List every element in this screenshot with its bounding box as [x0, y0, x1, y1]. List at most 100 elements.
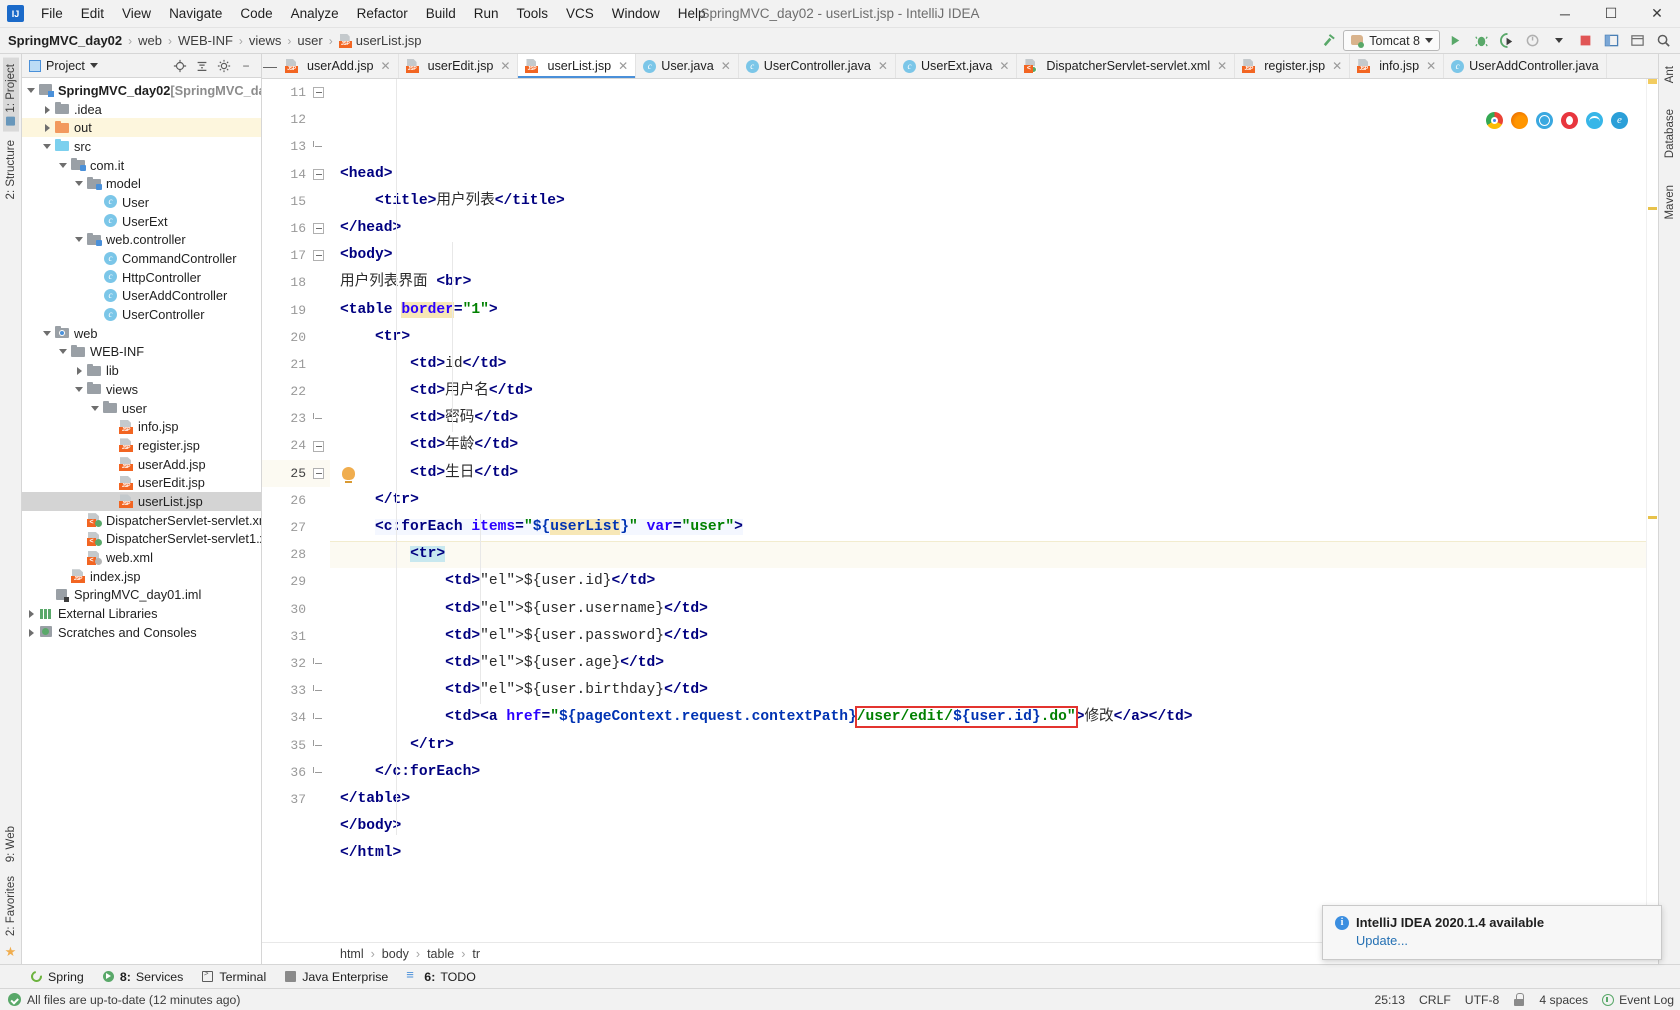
code-fold-toggle[interactable]	[313, 712, 324, 724]
tree-toggle-closed-icon[interactable]	[42, 104, 53, 115]
run-with-coverage-icon[interactable]	[1496, 30, 1518, 52]
ie-icon[interactable]: e	[1611, 112, 1628, 129]
favorites-star-icon[interactable]: ★	[5, 944, 17, 960]
tree-toggle-open-icon[interactable]	[42, 328, 53, 339]
code-line-26[interactable]: <td>"el">${user.id}</td>	[330, 568, 1646, 595]
code-line-35[interactable]: </body>	[330, 813, 1646, 840]
menu-tools[interactable]: Tools	[508, 3, 558, 24]
tab-list-icon[interactable]: —	[262, 54, 278, 78]
line-separator[interactable]: CRLF	[1419, 993, 1451, 1007]
gear-icon[interactable]	[216, 58, 232, 74]
tree-node-commandcontroller[interactable]: CommandController	[22, 249, 261, 268]
menu-help[interactable]: Help	[669, 3, 715, 24]
run-configuration-selector[interactable]: Tomcat 8	[1343, 30, 1440, 51]
toolwindow-todo[interactable]: 6: TODO	[400, 965, 488, 989]
code-line-33[interactable]: </c:forEach>	[330, 759, 1646, 786]
tree-node-com-it[interactable]: com.it	[22, 156, 261, 175]
indent-setting[interactable]: 4 spaces	[1539, 993, 1588, 1007]
profiler-icon[interactable]	[1522, 30, 1544, 52]
tool-tab-ant[interactable]: Ant	[1662, 60, 1678, 89]
opera-icon[interactable]	[1561, 112, 1578, 129]
toolwindow-java-enterprise[interactable]: Java Enterprise	[278, 965, 400, 989]
close-icon[interactable]: ✕	[1426, 59, 1436, 73]
editor-tab-dispatcherservlet-servlet-xml[interactable]: DispatcherServlet-servlet.xml ✕	[1017, 54, 1236, 78]
editor-crumb-table[interactable]: table	[427, 947, 454, 961]
tree-node-model[interactable]: model	[22, 174, 261, 193]
tree-node-useredit-jsp[interactable]: userEdit.jsp	[22, 473, 261, 492]
firefox-icon[interactable]	[1511, 112, 1528, 129]
chevron-down-icon[interactable]	[1548, 30, 1570, 52]
editor-tab-useredit-jsp[interactable]: userEdit.jsp ✕	[398, 54, 519, 78]
project-tree[interactable]: SpringMVC_day02 [SpringMVC_day0.ideaouts…	[22, 78, 261, 964]
code-fold-toggle[interactable]	[313, 658, 324, 670]
editor-tab-register-jsp[interactable]: register.jsp ✕	[1235, 54, 1351, 78]
breadcrumb-item-views[interactable]: views	[249, 33, 282, 48]
code-line-18[interactable]: <td>id</td>	[330, 351, 1646, 378]
edge-icon[interactable]	[1586, 112, 1603, 129]
close-button[interactable]: ✕	[1634, 0, 1680, 28]
tree-node-useraddcontroller[interactable]: UserAddController	[22, 287, 261, 306]
code-line-22[interactable]: <td>生日</td>	[330, 460, 1646, 487]
menu-view[interactable]: View	[113, 3, 160, 24]
code-fold-toggle[interactable]	[313, 141, 324, 153]
editor-tab-usercontroller-java[interactable]: UserController.java ✕	[738, 54, 896, 78]
menu-edit[interactable]: Edit	[72, 3, 113, 24]
breadcrumb-item-web[interactable]: web	[138, 33, 162, 48]
tree-node-info-jsp[interactable]: info.jsp	[22, 417, 261, 436]
close-icon[interactable]: ✕	[878, 59, 888, 73]
menu-build[interactable]: Build	[417, 3, 465, 24]
chrome-icon[interactable]	[1486, 112, 1503, 129]
close-icon[interactable]: ✕	[618, 59, 628, 73]
code-fold-toggle[interactable]	[313, 685, 324, 697]
tree-node-httpcontroller[interactable]: HttpController	[22, 268, 261, 287]
editor-tab-useraddcontroller-java[interactable]: UserAddController.java	[1444, 54, 1607, 78]
minimize-button[interactable]: ─	[1542, 0, 1588, 28]
menu-analyze[interactable]: Analyze	[282, 3, 348, 24]
file-encoding[interactable]: UTF-8	[1465, 993, 1500, 1007]
editor-marker-bar[interactable]	[1646, 79, 1658, 942]
intention-bulb-icon[interactable]	[342, 466, 355, 483]
tree-node-views[interactable]: views	[22, 380, 261, 399]
close-icon[interactable]: ✕	[500, 59, 510, 73]
code-line-29[interactable]: <td>"el">${user.age}</td>	[330, 650, 1646, 677]
code-line-37[interactable]	[330, 867, 1646, 894]
editor-tab-useradd-jsp[interactable]: userAdd.jsp ✕	[278, 54, 399, 78]
tree-toggle-closed-icon[interactable]	[42, 122, 53, 133]
breadcrumb-item-project[interactable]: SpringMVC_day02	[8, 33, 122, 48]
lock-icon[interactable]	[1513, 993, 1525, 1006]
tool-tab-favorites[interactable]: 2: Favorites	[3, 870, 19, 942]
editor-crumb-tr[interactable]: tr	[472, 947, 480, 961]
collapse-all-icon[interactable]	[194, 58, 210, 74]
tree-node-user[interactable]: user	[22, 399, 261, 418]
hammer-icon[interactable]	[1317, 30, 1339, 52]
toolwindow-terminal[interactable]: Terminal	[195, 965, 278, 989]
tool-tab-web[interactable]: 9: Web	[3, 820, 19, 868]
tree-node-register-jsp[interactable]: register.jsp	[22, 436, 261, 455]
code-line-24[interactable]: <c:forEach items="${userList}" var="user…	[330, 514, 1646, 541]
code-line-13[interactable]: </head>	[330, 215, 1646, 242]
close-icon[interactable]: ✕	[1332, 59, 1342, 73]
editor-tab-user-java[interactable]: User.java ✕	[636, 54, 739, 78]
code-line-19[interactable]: <td>用户名</td>	[330, 378, 1646, 405]
code-line-28[interactable]: <td>"el">${user.password}</td>	[330, 623, 1646, 650]
search-icon[interactable]	[1652, 30, 1674, 52]
code-line-23[interactable]: </tr>	[330, 487, 1646, 514]
code-line-30[interactable]: <td>"el">${user.birthday}</td>	[330, 677, 1646, 704]
tree-toggle-open-icon[interactable]	[90, 403, 101, 414]
tree-node-springmvc-day02[interactable]: SpringMVC_day02 [SpringMVC_day0	[22, 81, 261, 100]
code-line-25[interactable]: <tr>	[330, 541, 1646, 569]
toolwindow-services[interactable]: 8: Services	[96, 965, 196, 989]
locate-icon[interactable]	[172, 58, 188, 74]
tree-toggle-open-icon[interactable]	[74, 178, 85, 189]
close-icon[interactable]: ✕	[721, 59, 731, 73]
editor-tab-info-jsp[interactable]: info.jsp ✕	[1350, 54, 1445, 78]
code-line-12[interactable]: <title>用户列表</title>	[330, 188, 1646, 215]
menu-refactor[interactable]: Refactor	[348, 3, 417, 24]
menu-run[interactable]: Run	[465, 3, 508, 24]
tool-tab-maven[interactable]: Maven	[1662, 179, 1678, 226]
code-line-14[interactable]: <body>	[330, 242, 1646, 269]
tool-tab-database[interactable]: Database	[1662, 103, 1678, 164]
code-line-17[interactable]: <tr>	[330, 324, 1646, 351]
tree-node-web-controller[interactable]: web.controller	[22, 231, 261, 250]
tree-toggle-open-icon[interactable]	[26, 85, 37, 96]
